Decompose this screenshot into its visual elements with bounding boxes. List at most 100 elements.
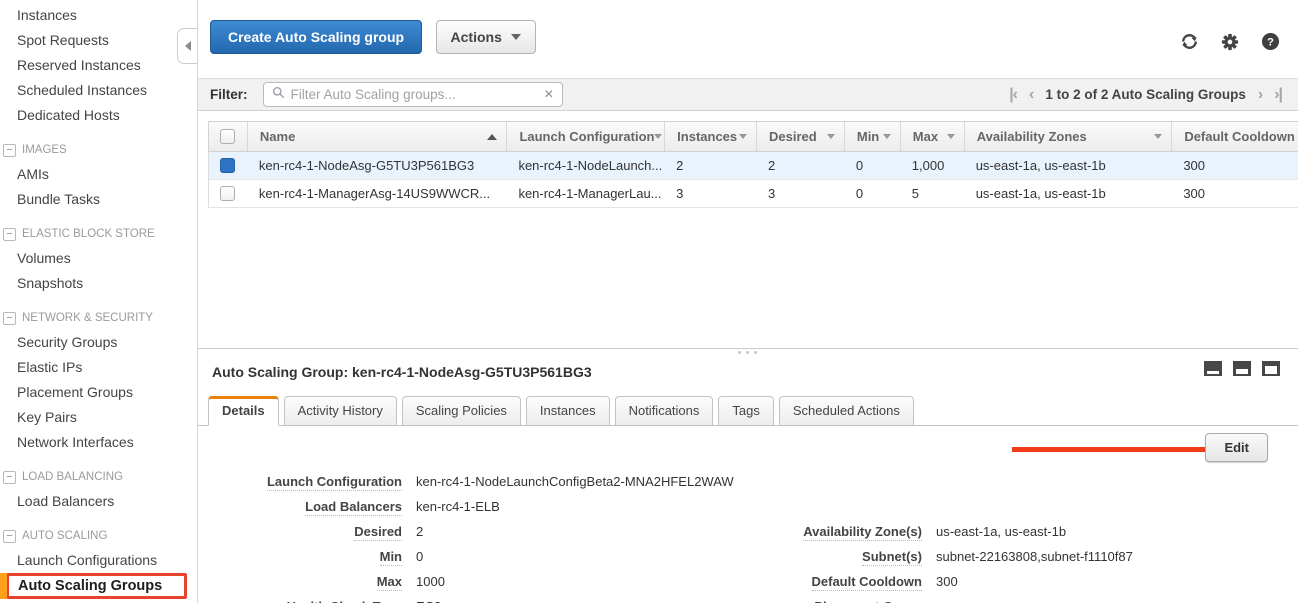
sidebar-item-security-groups[interactable]: Security Groups [0,330,197,355]
detail-field-row: Availability Zone(s)us-east-1a, us-east-… [718,519,1133,544]
cell-instances: 3 [664,186,756,201]
section-collapse-icon: − [3,312,16,325]
sidebar-item-key-pairs[interactable]: Key Pairs [0,405,197,430]
cell-name: ken-rc4-1-ManagerAsg-14US9WWCR... [247,186,507,201]
sidebar-nav: InstancesSpot RequestsReserved Instances… [0,0,197,599]
column-header-instances[interactable]: Instances [664,122,756,151]
pane-size-medium-icon[interactable] [1233,361,1251,376]
sidebar-item-launch-configurations[interactable]: Launch Configurations [0,548,197,573]
column-header-name[interactable]: Name [247,122,507,151]
sidebar-section-network-security[interactable]: −NETWORK & SECURITY [0,306,197,330]
table-row[interactable]: ken-rc4-1-ManagerAsg-14US9WWCR...ken-rc4… [209,180,1298,208]
tab-instances[interactable]: Instances [526,396,610,426]
field-label-text: Load Balancers [305,499,402,516]
field-value-availability-zone-s: us-east-1a, us-east-1b [936,524,1066,539]
sidebar-item-dedicated-hosts[interactable]: Dedicated Hosts [0,103,197,128]
sidebar-item-bundle-tasks[interactable]: Bundle Tasks [0,187,197,212]
sidebar-item-volumes[interactable]: Volumes [0,246,197,271]
sidebar-item-spot-requests[interactable]: Spot Requests [0,28,197,53]
row-checkbox[interactable] [220,186,235,201]
pane-size-large-icon[interactable] [1262,361,1280,376]
sidebar-item-reserved-instances[interactable]: Reserved Instances [0,53,197,78]
field-label-text: Default Cooldown [812,574,923,591]
asg-table: NameLaunch Configuration Instances Desired… [208,121,1298,208]
cell-launch-configuration: ken-rc4-1-NodeLaunch... [506,158,664,173]
sidebar-section-elastic-block-store[interactable]: −ELASTIC BLOCK STORE [0,222,197,246]
sidebar-item-network-interfaces[interactable]: Network Interfaces [0,430,197,455]
actions-button-label: Actions [451,29,502,45]
column-header-availability-zones[interactable]: Availability Zones [964,122,1172,151]
sidebar-item-scheduled-instances[interactable]: Scheduled Instances [0,78,197,103]
svg-text:?: ? [1267,36,1274,48]
field-value-min: 0 [416,549,423,564]
sidebar: InstancesSpot RequestsReserved Instances… [0,0,198,603]
dropdown-caret-icon [654,134,662,139]
tab-tags[interactable]: Tags [718,396,773,426]
field-label-text: Launch Configuration [267,474,402,491]
pane-size-small-icon[interactable] [1204,361,1222,376]
filter-search-box[interactable]: × [263,82,563,107]
select-all-column-header[interactable] [209,122,247,151]
cell-max: 1,000 [900,158,964,173]
tab-notifications[interactable]: Notifications [615,396,714,426]
pane-size-controls [1204,361,1280,376]
column-header-label: Instances [677,129,737,144]
column-header-desired[interactable]: Desired [756,122,844,151]
field-value-load-balancers: ken-rc4-1-ELB [416,499,500,514]
sidebar-item-auto-scaling-groups[interactable]: Auto Scaling Groups [6,573,187,599]
detail-field-row: Desired2 [198,519,734,544]
field-label-subnet-s: Subnet(s) [718,549,922,564]
create-auto-scaling-group-button[interactable]: Create Auto Scaling group [210,20,422,54]
sidebar-collapse-handle[interactable] [177,28,197,64]
sidebar-item-amis[interactable]: AMIs [0,162,197,187]
edit-row: Edit [198,426,1298,469]
actions-button[interactable]: Actions [436,20,536,54]
column-header-launch-configuration[interactable]: Launch Configuration [506,122,664,151]
detail-field-row: Min 0 [198,544,734,569]
tab-activity-history[interactable]: Activity History [284,396,397,426]
dropdown-caret-icon [1154,134,1162,139]
column-header-default-cooldown[interactable]: Default Cooldown [1171,122,1298,151]
field-label-text: Health Check Type [287,599,402,603]
field-label-max: Max [198,574,402,589]
column-header-max[interactable]: Max [900,122,964,151]
section-collapse-icon: − [3,530,16,543]
detail-field-row: Health Check TypeEC2 [198,594,734,603]
cell-instances: 2 [664,158,756,173]
settings-gear-icon[interactable] [1221,33,1239,51]
sidebar-item-load-balancers[interactable]: Load Balancers [0,489,197,514]
tab-scaling-policies[interactable]: Scaling Policies [402,396,521,426]
filter-search-input[interactable] [291,87,539,102]
dropdown-caret-icon [947,134,955,139]
filter-label: Filter: [210,87,248,102]
sidebar-item-instances[interactable]: Instances [0,3,197,28]
tab-scheduled-actions[interactable]: Scheduled Actions [779,396,914,426]
row-checkbox[interactable] [220,158,235,173]
pagination-first-icon[interactable]: |‹ [1009,86,1017,104]
field-label-text: Min [380,549,402,566]
pagination-prev-icon[interactable]: ‹ [1029,86,1033,104]
cell-min: 0 [844,158,900,173]
detail-panel-title: Auto Scaling Group: ken-rc4-1-NodeAsg-G5… [198,349,1298,380]
pagination-last-icon[interactable]: ›| [1274,86,1282,104]
help-icon[interactable]: ? [1261,32,1280,51]
detail-field-row: Placement Group [718,594,1133,603]
sidebar-section-auto-scaling[interactable]: −AUTO SCALING [0,524,197,548]
column-header-min[interactable]: Min [844,122,900,151]
section-collapse-icon: − [3,471,16,484]
sidebar-section-load-balancing[interactable]: −LOAD BALANCING [0,465,197,489]
clear-icon[interactable]: × [544,87,553,103]
sidebar-section-images[interactable]: −IMAGES [0,138,197,162]
table-row[interactable]: ken-rc4-1-NodeAsg-G5TU3P561BG3ken-rc4-1-… [209,152,1298,180]
select-all-checkbox[interactable] [220,129,235,144]
sidebar-item-snapshots[interactable]: Snapshots [0,271,197,296]
sidebar-item-elastic-ips[interactable]: Elastic IPs [0,355,197,380]
drag-handle-dots[interactable] [738,351,741,354]
sidebar-item-placement-groups[interactable]: Placement Groups [0,380,197,405]
tab-details[interactable]: Details [208,396,279,426]
search-icon [272,86,285,104]
edit-button[interactable]: Edit [1205,433,1268,462]
chevron-down-icon [511,34,521,40]
refresh-icon[interactable] [1180,32,1199,51]
pagination-next-icon[interactable]: › [1258,86,1262,104]
